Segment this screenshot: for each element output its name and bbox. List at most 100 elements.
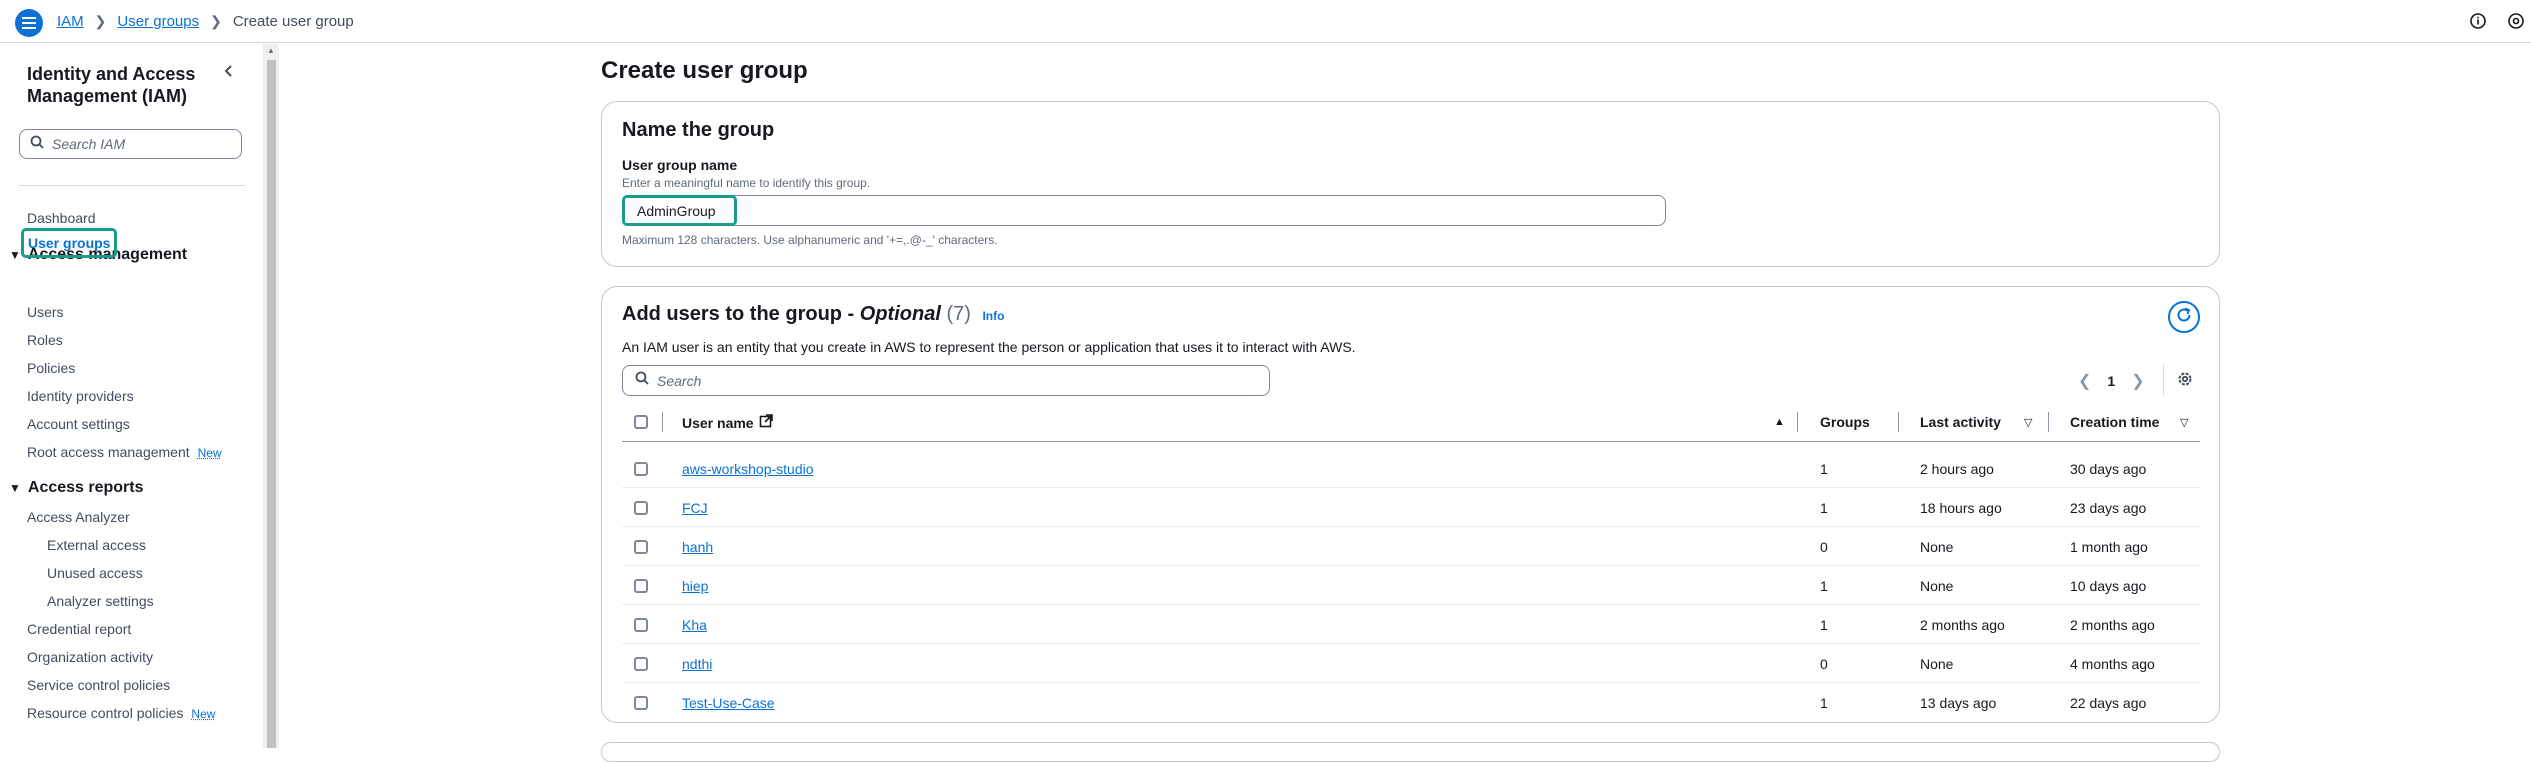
column-header-user-name[interactable]: User name [682, 414, 773, 431]
user-name-link[interactable]: hiep [682, 578, 708, 594]
row-checkbox[interactable] [634, 696, 648, 710]
user-name-link[interactable]: aws-workshop-studio [682, 461, 814, 477]
info-icon[interactable] [2469, 12, 2487, 35]
sidebar-item-roles[interactable]: Roles [27, 332, 63, 348]
sidebar-item-credential-report[interactable]: Credential report [27, 621, 131, 637]
group-name-input[interactable] [622, 195, 1666, 226]
sidebar-section-access-reports[interactable]: ▼ Access reports [9, 479, 144, 497]
creation-time-cell: 23 days ago [2070, 500, 2147, 516]
chevron-right-icon: ❯ [210, 13, 222, 29]
caret-down-icon: ▼ [9, 481, 21, 495]
chevron-right-icon: ❯ [94, 13, 107, 29]
users-panel-title-text: Add users to the group - [622, 303, 860, 325]
last-activity-cell: None [1920, 578, 1954, 594]
column-header-groups[interactable]: Groups [1820, 414, 1870, 430]
preferences-icon[interactable] [2507, 12, 2525, 35]
sidebar-item-user-groups[interactable]: User groups [21, 228, 117, 258]
row-checkbox[interactable] [634, 657, 648, 671]
sidebar-item-policies[interactable]: Policies [27, 360, 75, 376]
breadcrumb-iam[interactable]: IAM [57, 13, 84, 30]
sidebar-item-account-settings[interactable]: Account settings [27, 416, 130, 432]
users-count: (7) [946, 303, 971, 325]
groups-cell: 1 [1820, 461, 1828, 477]
pagination: ❮ 1 ❯ [2078, 371, 2145, 391]
breadcrumb: IAM ❯ User groups ❯ Create user group [57, 13, 354, 30]
scrollbar-thumb[interactable] [267, 60, 276, 748]
sort-ascending-icon[interactable]: ▲ [1774, 416, 1785, 428]
scroll-up-icon[interactable]: ▲ [267, 46, 275, 55]
user-name-link[interactable]: Test-Use-Case [682, 695, 775, 711]
creation-time-cell: 4 months ago [2070, 656, 2155, 672]
info-link[interactable]: Info [982, 309, 1004, 323]
sidebar-item-external-access[interactable]: External access [47, 537, 146, 553]
users-description: An IAM user is an entity that you create… [622, 339, 1356, 355]
breadcrumb-user-groups[interactable]: User groups [117, 13, 199, 30]
menu-icon[interactable] [15, 9, 43, 37]
row-checkbox[interactable] [634, 618, 648, 632]
caret-down-icon: ▼ [9, 248, 21, 262]
sidebar-search-input[interactable] [52, 136, 232, 152]
sidebar-item-label: User groups [28, 235, 111, 251]
sidebar-item-dashboard[interactable]: Dashboard [27, 210, 96, 226]
sidebar-item-root-access-management[interactable]: Root access management New [27, 444, 222, 460]
groups-cell: 1 [1820, 695, 1828, 711]
sort-icon[interactable]: ▽ [2024, 416, 2032, 429]
sidebar-item-label: Root access management [27, 444, 190, 460]
column-header-creation-time[interactable]: Creation time [2070, 414, 2159, 430]
column-separator [1797, 412, 1798, 432]
sidebar-item-analyzer-settings[interactable]: Analyzer settings [47, 593, 154, 609]
user-name-link[interactable]: Kha [682, 617, 707, 633]
sidebar-item-identity-providers[interactable]: Identity providers [27, 388, 134, 404]
groups-cell: 0 [1820, 539, 1828, 555]
users-panel-title: Add users to the group - Optional (7) In… [622, 303, 1004, 326]
breadcrumb-current: Create user group [232, 13, 354, 30]
users-search-input[interactable] [657, 372, 1217, 389]
sidebar-item-access-analyzer[interactable]: Access Analyzer [27, 509, 130, 525]
last-activity-cell: 2 hours ago [1920, 461, 1994, 477]
last-activity-cell: 2 months ago [1920, 617, 2005, 633]
column-separator [2048, 412, 2049, 432]
groups-cell: 1 [1820, 578, 1828, 594]
user-name-link[interactable]: hanh [682, 539, 713, 555]
last-activity-cell: None [1920, 656, 1954, 672]
refresh-button[interactable] [2168, 301, 2200, 333]
row-checkbox[interactable] [634, 462, 648, 476]
optional-label: Optional [859, 303, 941, 325]
column-separator [1898, 412, 1899, 432]
sidebar-item-label: Resource control policies [27, 705, 184, 721]
column-header-last-activity[interactable]: Last activity [1920, 414, 2001, 430]
row-divider [622, 604, 2200, 605]
creation-time-cell: 30 days ago [2070, 461, 2147, 477]
search-icon [30, 135, 44, 154]
row-checkbox[interactable] [634, 540, 648, 554]
sort-icon[interactable]: ▽ [2180, 416, 2188, 429]
new-badge: New [197, 446, 222, 460]
refresh-icon [2175, 306, 2193, 329]
group-name-label: User group name [622, 157, 738, 173]
sidebar-item-users[interactable]: Users [27, 304, 64, 320]
user-name-link[interactable]: ndthi [682, 656, 712, 672]
new-badge: New [191, 707, 216, 721]
row-divider [622, 682, 2200, 683]
chevron-left-icon[interactable]: ❮ [2078, 371, 2091, 391]
row-checkbox[interactable] [634, 579, 648, 593]
page-number[interactable]: 1 [2107, 373, 2115, 389]
user-name-link[interactable]: FCJ [682, 500, 708, 516]
external-link-icon [759, 414, 773, 431]
group-name-hint: Maximum 128 characters. Use alphanumeric… [622, 233, 998, 247]
row-checkbox[interactable] [634, 501, 648, 515]
group-name-value[interactable]: AdminGroup [622, 195, 737, 226]
groups-cell: 1 [1820, 617, 1828, 633]
collapse-sidebar-icon[interactable] [222, 64, 236, 83]
gear-icon[interactable] [2176, 370, 2194, 393]
chevron-right-icon[interactable]: ❯ [2131, 371, 2144, 391]
users-search[interactable] [622, 365, 1270, 396]
row-divider [622, 526, 2200, 527]
sidebar-item-resource-control-policies[interactable]: Resource control policies New [27, 705, 215, 721]
creation-time-cell: 22 days ago [2070, 695, 2147, 711]
sidebar-search[interactable] [19, 129, 242, 159]
select-all-checkbox[interactable] [634, 415, 648, 429]
sidebar-item-service-control-policies[interactable]: Service control policies [27, 677, 170, 693]
sidebar-item-organization-activity[interactable]: Organization activity [27, 649, 153, 665]
sidebar-item-unused-access[interactable]: Unused access [47, 565, 143, 581]
